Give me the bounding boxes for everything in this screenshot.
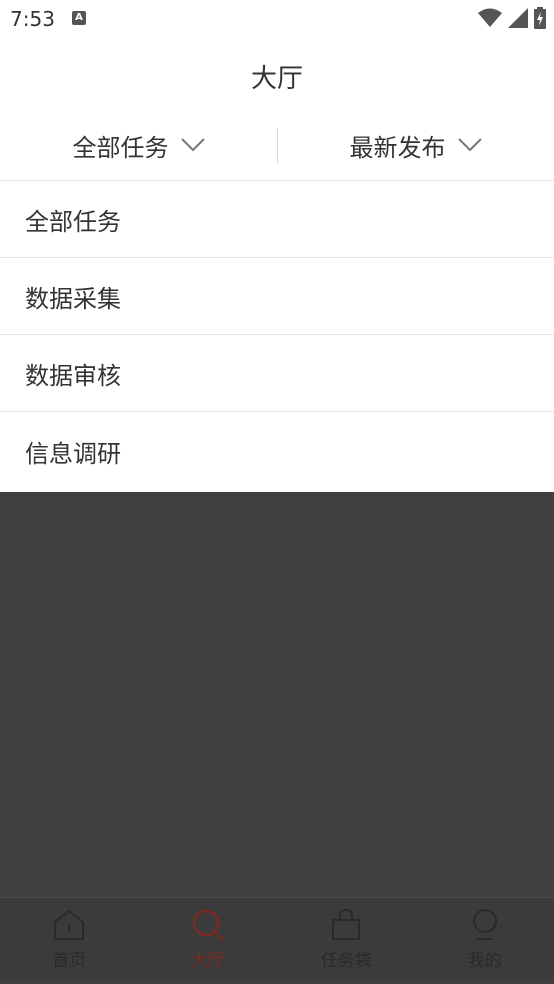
status-time: 7:53 bbox=[10, 7, 55, 31]
dropdown-item-data-collection[interactable]: 数据采集 bbox=[0, 258, 554, 335]
bottom-nav: 首页 大厅 任务袋 我的 bbox=[0, 897, 554, 980]
home-icon bbox=[54, 909, 85, 940]
task-type-filter-label: 全部任务 bbox=[72, 133, 169, 162]
search-icon bbox=[192, 909, 224, 941]
filter-bar: 全部任务 最新发布 bbox=[0, 110, 554, 181]
wifi-icon bbox=[478, 8, 502, 27]
page-title: 大厅 bbox=[250, 64, 303, 94]
person-icon bbox=[472, 909, 497, 940]
chevron-down-icon bbox=[180, 138, 205, 152]
sort-filter[interactable]: 最新发布 bbox=[277, 110, 554, 180]
nav-item-mine[interactable]: 我的 bbox=[416, 898, 554, 980]
status-bar: 7:53 A bbox=[0, 0, 554, 38]
nav-label-hall: 大厅 bbox=[190, 951, 225, 971]
system-icons bbox=[478, 7, 546, 29]
task-type-filter[interactable]: 全部任务 bbox=[0, 110, 277, 180]
bag-icon bbox=[332, 908, 361, 940]
nav-label-task-bag: 任务袋 bbox=[320, 951, 372, 971]
dropdown-item-data-review[interactable]: 数据审核 bbox=[0, 335, 554, 412]
dropdown-item-all-tasks[interactable]: 全部任务 bbox=[0, 181, 554, 258]
nav-label-mine: 我的 bbox=[467, 951, 502, 971]
nav-item-hall[interactable]: 大厅 bbox=[139, 898, 278, 980]
dropdown-item-info-research[interactable]: 信息调研 bbox=[0, 412, 554, 490]
notification-icon: A bbox=[72, 11, 86, 25]
nav-item-task-bag[interactable]: 任务袋 bbox=[277, 898, 416, 980]
battery-icon bbox=[534, 7, 546, 29]
sort-filter-label: 最新发布 bbox=[349, 133, 446, 162]
title-bar: 大厅 bbox=[0, 38, 554, 110]
nav-label-home: 首页 bbox=[52, 951, 87, 971]
signal-icon bbox=[508, 8, 528, 28]
chevron-down-icon bbox=[457, 138, 482, 152]
nav-item-home[interactable]: 首页 bbox=[0, 898, 139, 980]
task-type-dropdown: 全部任务 数据采集 数据审核 信息调研 bbox=[0, 181, 554, 490]
